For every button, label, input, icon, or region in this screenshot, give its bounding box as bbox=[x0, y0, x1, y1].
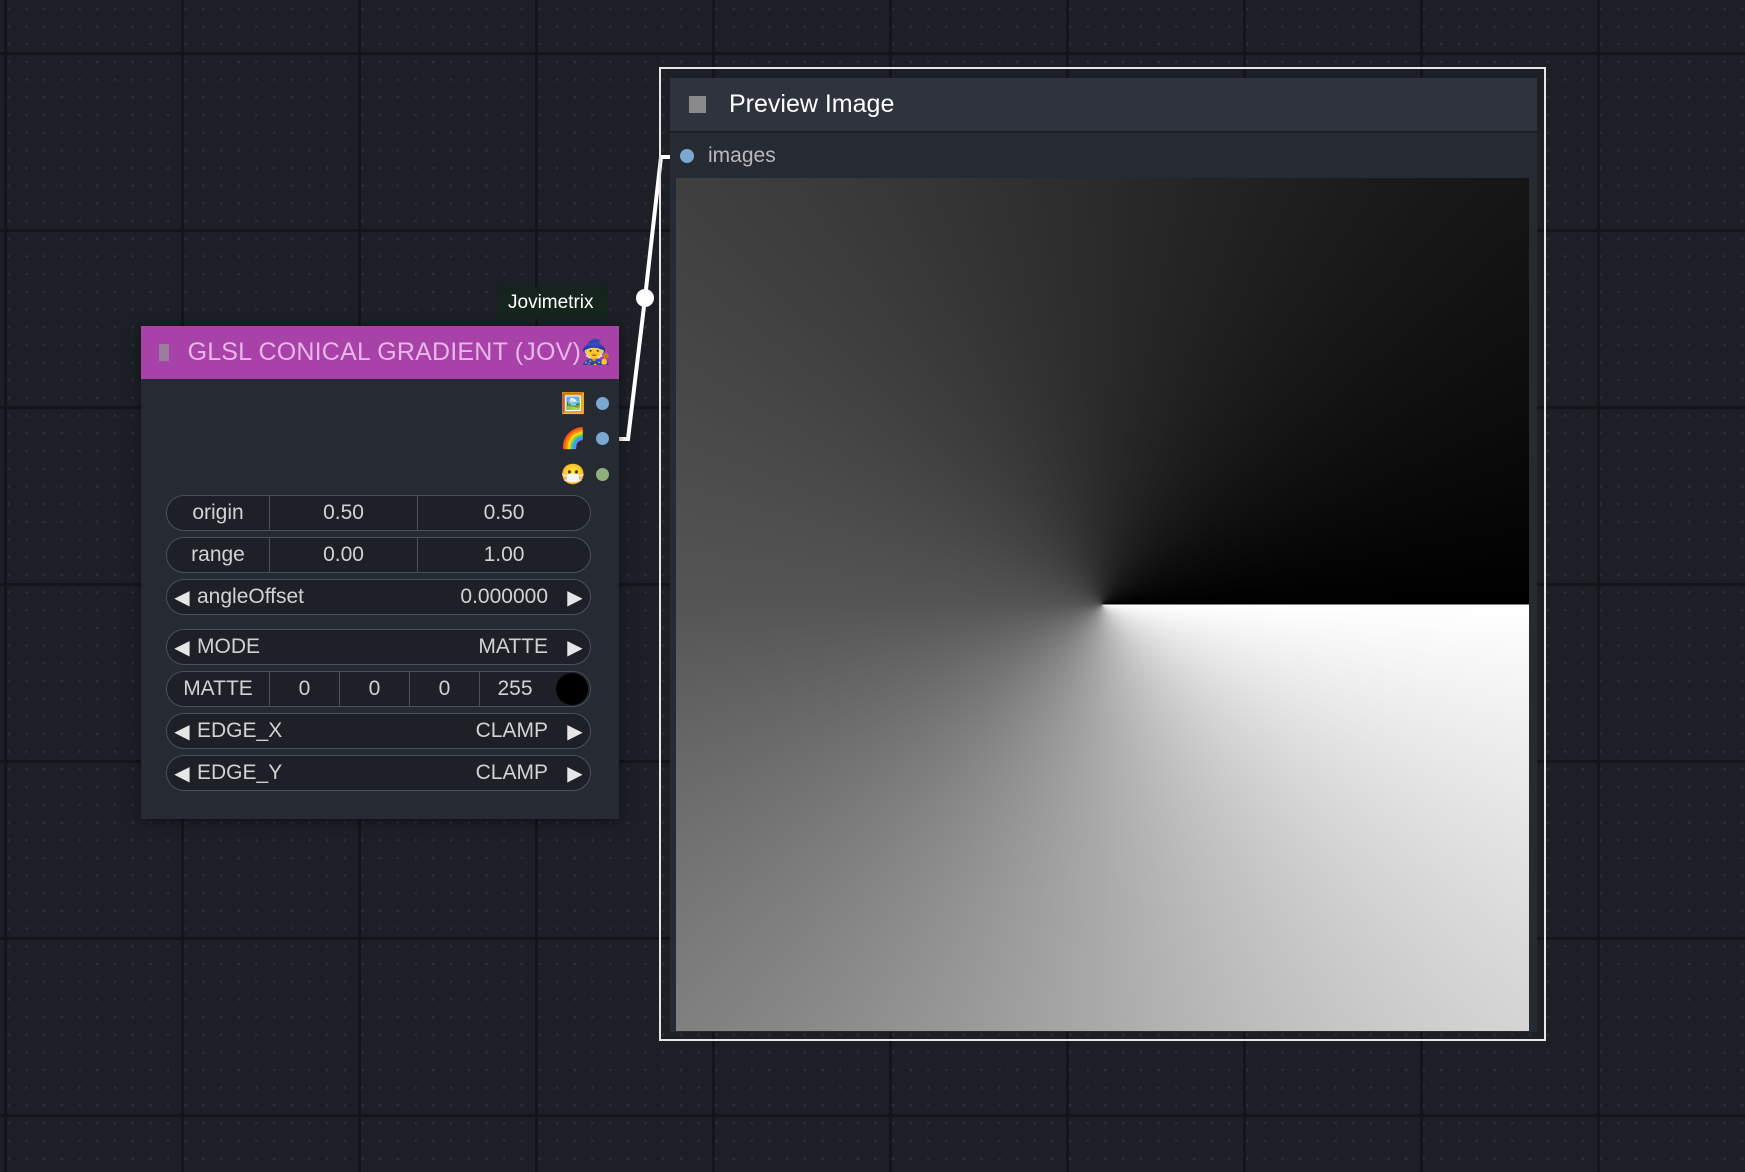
preview-image-node[interactable]: Preview Image images bbox=[670, 78, 1537, 1032]
angle-offset-label: angleOffset bbox=[197, 585, 305, 608]
edge-x-combo[interactable]: ◀ EDGE_X CLAMP ▶ bbox=[166, 713, 591, 749]
range-widget[interactable]: range 0.00 1.00 bbox=[166, 537, 591, 573]
color-swatch[interactable] bbox=[556, 673, 588, 705]
node-title: GLSL CONICAL GRADIENT (JOV) bbox=[187, 338, 581, 366]
node-title-bar[interactable]: GLSL CONICAL GRADIENT (JOV) 🧙 bbox=[141, 326, 619, 379]
input-label: images bbox=[708, 144, 776, 167]
edge-y-combo[interactable]: ◀ EDGE_Y CLAMP ▶ bbox=[166, 755, 591, 791]
matte-r-field[interactable]: 0 bbox=[270, 672, 340, 706]
range-max-field[interactable]: 1.00 bbox=[418, 538, 590, 572]
decrement-arrow-icon[interactable]: ◀ bbox=[167, 635, 197, 660]
output-slot-rgb[interactable]: 🌈 bbox=[558, 422, 619, 454]
origin-widget[interactable]: origin 0.50 0.50 bbox=[166, 495, 591, 531]
angle-offset-value: 0.000000 bbox=[460, 585, 548, 608]
edge-x-label: EDGE_X bbox=[197, 719, 283, 742]
wizard-icon: 🧙 bbox=[581, 338, 612, 366]
matte-g-field[interactable]: 0 bbox=[340, 672, 410, 706]
mode-value: MATTE bbox=[478, 635, 548, 658]
edge-y-label: EDGE_Y bbox=[197, 761, 283, 784]
node-title-bar[interactable]: Preview Image bbox=[670, 78, 1537, 133]
origin-x-field[interactable]: 0.50 bbox=[270, 496, 418, 530]
rgb-output-icon: 🌈 bbox=[560, 427, 586, 450]
collapse-toggle-icon[interactable] bbox=[689, 96, 706, 113]
origin-label: origin bbox=[167, 496, 270, 530]
range-min-field[interactable]: 0.00 bbox=[270, 538, 418, 572]
matte-b-field[interactable]: 0 bbox=[410, 672, 480, 706]
increment-arrow-icon[interactable]: ▶ bbox=[560, 585, 590, 610]
node-title: Preview Image bbox=[729, 90, 895, 118]
mask-output-icon: 😷 bbox=[560, 463, 586, 486]
node-badge: Jovimetrix bbox=[498, 287, 608, 319]
matte-label: MATTE bbox=[167, 672, 270, 706]
increment-arrow-icon[interactable]: ▶ bbox=[560, 719, 590, 744]
matte-a-field[interactable]: 255 bbox=[480, 672, 550, 706]
input-dot[interactable] bbox=[680, 149, 694, 163]
link-midpoint-handle[interactable] bbox=[636, 289, 654, 307]
matte-color-widget[interactable]: MATTE 0 0 0 255 bbox=[166, 671, 591, 707]
glsl-conical-gradient-node[interactable]: GLSL CONICAL GRADIENT (JOV) 🧙 🖼️ 🌈 😷 ori… bbox=[141, 326, 619, 819]
preview-image[interactable] bbox=[676, 178, 1529, 1031]
angle-offset-widget[interactable]: ◀ angleOffset 0.000000 ▶ bbox=[166, 579, 591, 615]
output-slot-mask[interactable]: 😷 bbox=[558, 458, 619, 490]
mode-combo[interactable]: ◀ MODE MATTE ▶ bbox=[166, 629, 591, 665]
input-slot-images[interactable]: images bbox=[680, 144, 776, 168]
mode-label: MODE bbox=[197, 635, 260, 658]
edge-x-value: CLAMP bbox=[475, 719, 548, 742]
output-dot[interactable] bbox=[596, 431, 609, 445]
decrement-arrow-icon[interactable]: ◀ bbox=[167, 585, 197, 610]
increment-arrow-icon[interactable]: ▶ bbox=[560, 635, 590, 660]
increment-arrow-icon[interactable]: ▶ bbox=[560, 761, 590, 786]
decrement-arrow-icon[interactable]: ◀ bbox=[167, 761, 197, 786]
edge-y-value: CLAMP bbox=[475, 761, 548, 784]
output-dot[interactable] bbox=[596, 396, 609, 410]
origin-y-field[interactable]: 0.50 bbox=[418, 496, 590, 530]
collapse-toggle-icon[interactable] bbox=[159, 344, 169, 361]
output-slot-image[interactable]: 🖼️ bbox=[558, 387, 619, 419]
image-output-icon: 🖼️ bbox=[560, 392, 586, 415]
range-label: range bbox=[167, 538, 270, 572]
decrement-arrow-icon[interactable]: ◀ bbox=[167, 719, 197, 744]
output-dot[interactable] bbox=[596, 467, 609, 481]
